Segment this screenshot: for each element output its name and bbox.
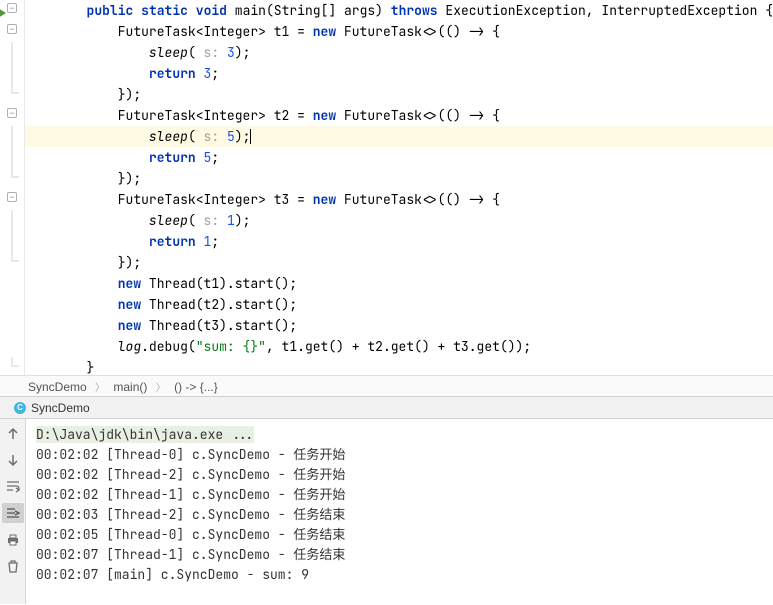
code-line: log.debug("sum: {}", t1.get() + t2.get()… bbox=[55, 336, 773, 357]
code-line: FutureTask<Integer> t3 = new FutureTask<… bbox=[55, 189, 773, 210]
tab-label: SyncDemo bbox=[31, 401, 90, 415]
java-class-icon: C bbox=[14, 402, 26, 414]
code-line: return 3; bbox=[55, 63, 773, 84]
code-line: } bbox=[55, 357, 773, 378]
print-icon[interactable] bbox=[4, 531, 22, 549]
breadcrumb: SyncDemo 〉 main() 〉 () -> {...} bbox=[0, 375, 773, 397]
code-line: }); bbox=[55, 252, 773, 273]
text-cursor bbox=[250, 129, 251, 144]
clear-icon[interactable] bbox=[4, 557, 22, 575]
console-panel: D:\Java\jdk\bin\java.exe ... 00:02:02 [T… bbox=[0, 419, 773, 604]
soft-wrap-icon[interactable] bbox=[4, 477, 22, 495]
breadcrumb-item[interactable]: main() bbox=[113, 380, 147, 394]
breadcrumb-item[interactable]: SyncDemo bbox=[28, 380, 87, 394]
code-line: sleep( s: 3); bbox=[55, 42, 773, 63]
editor-area: − − − − public static void main(String[]… bbox=[0, 0, 773, 375]
fold-toggle[interactable]: − bbox=[7, 3, 17, 13]
breadcrumb-item[interactable]: () -> {...} bbox=[174, 380, 218, 394]
console-tab-bar: C SyncDemo bbox=[0, 397, 773, 419]
code-line: new Thread(t1).start(); bbox=[55, 273, 773, 294]
chevron-right-icon: 〉 bbox=[95, 383, 105, 394]
code-line: return 1; bbox=[55, 231, 773, 252]
fold-toggle[interactable]: − bbox=[7, 24, 17, 34]
log-line: 00:02:02 [Thread-0] c.SyncDemo - 任务开始 bbox=[36, 445, 763, 465]
log-line: 00:02:02 [Thread-2] c.SyncDemo - 任务开始 bbox=[36, 465, 763, 485]
log-line: 00:02:07 [main] c.SyncDemo - sum: 9 bbox=[36, 565, 763, 585]
gutter: − − − − bbox=[0, 0, 25, 375]
log-line: 00:02:02 [Thread-1] c.SyncDemo - 任务开始 bbox=[36, 485, 763, 505]
code-line: sleep( s: 1); bbox=[55, 210, 773, 231]
code-line: new Thread(t3).start(); bbox=[55, 315, 773, 336]
code-line: public static void main(String[] args) t… bbox=[55, 0, 773, 21]
code-line: FutureTask<Integer> t1 = new FutureTask<… bbox=[55, 21, 773, 42]
code-pane[interactable]: public static void main(String[] args) t… bbox=[25, 0, 773, 375]
scroll-up-icon[interactable] bbox=[4, 425, 22, 443]
log-line: 00:02:07 [Thread-1] c.SyncDemo - 任务结束 bbox=[36, 545, 763, 565]
console-output[interactable]: D:\Java\jdk\bin\java.exe ... 00:02:02 [T… bbox=[26, 419, 773, 604]
log-line: 00:02:05 [Thread-0] c.SyncDemo - 任务结束 bbox=[36, 525, 763, 545]
code-line: return 5; bbox=[55, 147, 773, 168]
scroll-to-end-icon[interactable] bbox=[2, 503, 24, 523]
code-line: new Thread(t2).start(); bbox=[55, 294, 773, 315]
code-line: }); bbox=[55, 168, 773, 189]
console-tab[interactable]: C SyncDemo bbox=[6, 399, 98, 417]
fold-toggle[interactable]: − bbox=[7, 108, 17, 118]
code-line-highlighted: sleep( s: 5); bbox=[25, 126, 773, 147]
log-line: 00:02:03 [Thread-2] c.SyncDemo - 任务结束 bbox=[36, 505, 763, 525]
code-line: }); bbox=[55, 84, 773, 105]
command-line: D:\Java\jdk\bin\java.exe ... bbox=[36, 426, 254, 443]
fold-toggle[interactable]: − bbox=[7, 192, 17, 202]
code-line: FutureTask<Integer> t2 = new FutureTask<… bbox=[55, 105, 773, 126]
chevron-right-icon: 〉 bbox=[156, 383, 166, 394]
scroll-down-icon[interactable] bbox=[4, 451, 22, 469]
console-toolbar bbox=[0, 419, 26, 604]
